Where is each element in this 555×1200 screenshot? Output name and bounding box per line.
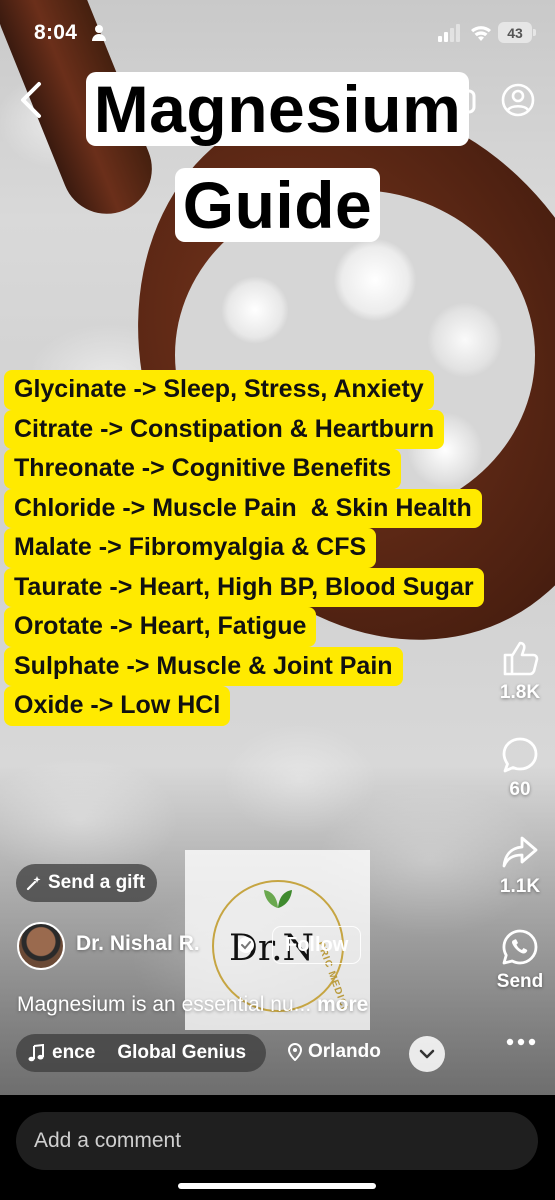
share-arrow-icon <box>502 836 538 868</box>
list-item: Chloride -> Muscle Pain & Skin Health <box>4 488 482 528</box>
battery-icon: 43 <box>498 22 536 43</box>
audio-text-part2: Global Genius <box>117 1042 247 1063</box>
cellular-signal-icon <box>438 24 460 42</box>
chevron-down-icon <box>419 1049 435 1059</box>
comment-bar: Add a comment <box>0 1095 555 1200</box>
share-button[interactable]: 1.1K <box>485 832 555 898</box>
wifi-icon <box>471 26 491 41</box>
send-label: Send <box>496 971 544 992</box>
comment-placeholder: Add a comment <box>34 1129 182 1152</box>
expand-button[interactable] <box>409 1036 445 1072</box>
caption-more-link[interactable]: more <box>317 993 368 1016</box>
title-magnesium: Magnesium <box>85 72 470 146</box>
list-item: Orotate -> Heart, Fatigue <box>4 607 317 647</box>
magnesium-type-list: Glycinate -> Sleep, Stress, Anxiety Citr… <box>4 370 484 726</box>
list-item: Malate -> Fibromyalgia & CFS <box>4 528 377 568</box>
list-item: Taurate -> Heart, High BP, Blood Sugar <box>4 567 484 607</box>
whatsapp-icon <box>502 929 538 965</box>
comment-bubble-icon <box>502 737 538 773</box>
creator-name[interactable]: Dr. Nishal R. <box>76 932 200 956</box>
title-line-2: Guide <box>0 168 555 242</box>
list-item: Citrate -> Constipation & Heartburn <box>4 409 445 449</box>
home-indicator[interactable] <box>178 1183 376 1189</box>
audio-text-part1: ence <box>52 1042 96 1063</box>
follow-button[interactable]: Follow <box>272 926 362 964</box>
send-button[interactable]: Send <box>485 927 555 993</box>
verified-badge-icon <box>238 937 254 953</box>
comment-input[interactable]: Add a comment <box>16 1112 538 1170</box>
gift-sparkle-icon <box>26 876 41 891</box>
list-item: Threonate -> Cognitive Benefits <box>4 449 402 489</box>
status-time: 8:04 <box>34 21 78 44</box>
comment-count: 60 <box>509 779 531 800</box>
follow-label: Follow <box>285 933 349 956</box>
like-count: 1.8K <box>499 682 541 703</box>
list-item: Oxide -> Low HCl <box>4 686 231 726</box>
status-bar: 8:04 43 <box>0 18 555 50</box>
send-gift-label: Send a gift <box>48 872 146 893</box>
person-icon <box>92 25 106 41</box>
list-item: Sulphate -> Muscle & Joint Pain <box>4 646 403 686</box>
battery-level: 43 <box>507 24 523 41</box>
like-button[interactable]: 1.8K <box>485 638 555 704</box>
comment-button[interactable]: 60 <box>485 735 555 801</box>
title-guide: Guide <box>174 168 381 242</box>
music-note-icon <box>28 1044 44 1062</box>
share-count: 1.1K <box>499 876 541 897</box>
location-tag[interactable]: Orlando <box>288 1041 381 1063</box>
more-options-icon[interactable] <box>505 1032 537 1052</box>
send-gift-button[interactable]: Send a gift <box>16 864 158 902</box>
location-name: Orlando <box>308 1041 381 1062</box>
caption-text: Magnesium is an essential nu... <box>17 993 312 1016</box>
leaf-icon <box>264 890 292 908</box>
creator-avatar[interactable] <box>17 922 65 970</box>
location-pin-icon <box>288 1043 302 1061</box>
list-item: Glycinate -> Sleep, Stress, Anxiety <box>4 370 434 410</box>
caption[interactable]: Magnesium is an essential nu... more <box>17 993 368 1017</box>
title-line-1: Magnesium <box>0 72 555 146</box>
thumbs-up-icon <box>503 641 539 676</box>
audio-track-chip[interactable]: ence Global Genius <box>16 1034 266 1072</box>
